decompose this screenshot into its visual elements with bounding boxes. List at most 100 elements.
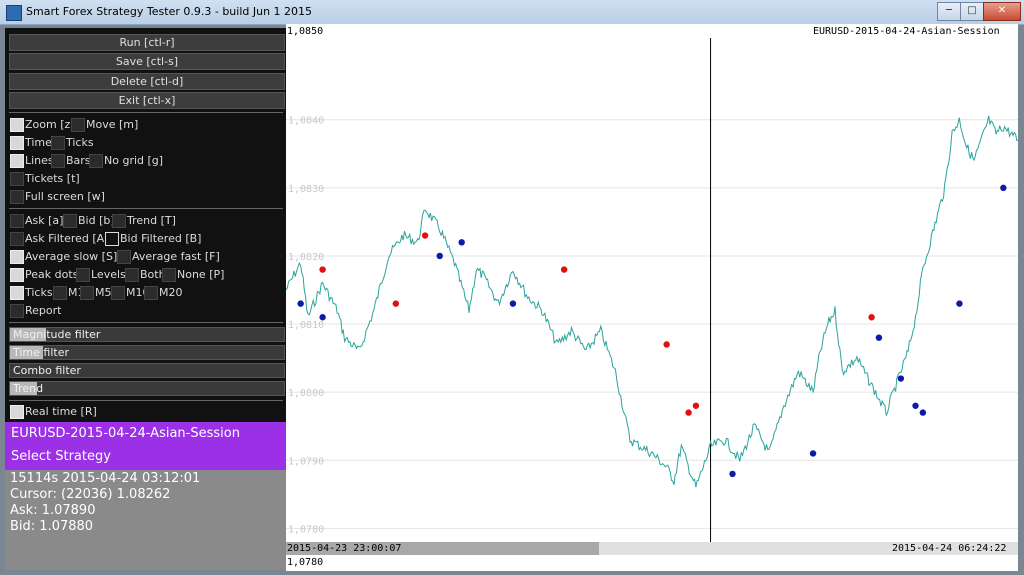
m20-checkbox[interactable] bbox=[144, 286, 158, 300]
separator bbox=[9, 208, 283, 209]
peak-dot bbox=[392, 300, 399, 307]
avg-fast-label: Average fast [F] bbox=[132, 250, 220, 263]
window-title: Smart Forex Strategy Tester 0.9.3 - buil… bbox=[26, 5, 313, 18]
report-checkbox[interactable] bbox=[10, 304, 24, 318]
exit-button[interactable]: Exit [ctl-x] bbox=[9, 92, 285, 109]
ticks-tf-checkbox[interactable] bbox=[10, 286, 24, 300]
close-window-button[interactable]: ✕ bbox=[983, 2, 1021, 21]
m10-checkbox[interactable] bbox=[111, 286, 125, 300]
fullscreen-label: Full screen [w] bbox=[25, 190, 105, 203]
ticks-checkbox[interactable] bbox=[51, 136, 65, 150]
valley-dot bbox=[956, 300, 963, 307]
none-label: None [P] bbox=[177, 268, 225, 281]
end-time-label: 2015-04-24 06:24:22 bbox=[892, 543, 1007, 554]
y-tick-label: 1,0790 bbox=[288, 456, 324, 467]
ask-filtered-label: Ask Filtered [A] bbox=[25, 232, 109, 245]
peak-dot bbox=[868, 314, 875, 321]
bid-checkbox[interactable] bbox=[63, 214, 77, 228]
trend-filter-slider[interactable]: Trend bbox=[9, 381, 285, 396]
window-titlebar: Smart Forex Strategy Tester 0.9.3 - buil… bbox=[0, 0, 1024, 25]
y-tick-label: 1,0780 bbox=[288, 524, 324, 535]
price-chart[interactable]: 1,0840 1,0830 1,0820 1,0810 1,0800 1,0790 1,07… bbox=[286, 24, 1018, 571]
lines-label: Lines bbox=[25, 154, 54, 167]
time-checkbox[interactable] bbox=[10, 136, 24, 150]
y-tick-label: 1,0820 bbox=[288, 252, 324, 263]
tickets-label: Tickets [t] bbox=[25, 172, 80, 185]
time-filter-label: Time filter bbox=[13, 346, 70, 359]
valley-dot bbox=[875, 334, 883, 341]
trend-checkbox[interactable] bbox=[112, 214, 126, 228]
chart-canvas: 1,0840 1,0830 1,0820 1,0810 1,0800 1,0790 1,07… bbox=[286, 38, 1018, 542]
move-label: Move [m] bbox=[86, 118, 139, 131]
realtime-checkbox[interactable] bbox=[10, 405, 24, 419]
nogrid-label: No grid [g] bbox=[104, 154, 164, 167]
levels-checkbox[interactable] bbox=[76, 268, 90, 282]
chart-title: EURUSD-2015-04-24-Asian-Session bbox=[813, 26, 1000, 37]
start-time-label: 2015-04-23 23:00:07 bbox=[287, 543, 402, 554]
lines-checkbox[interactable] bbox=[10, 154, 24, 168]
combo-filter-slider[interactable]: Combo filter bbox=[9, 363, 285, 378]
peak-dot bbox=[560, 266, 568, 273]
time-label: Time bbox=[25, 136, 52, 149]
avg-fast-checkbox[interactable] bbox=[117, 250, 131, 264]
peak-dot bbox=[663, 341, 670, 348]
bars-checkbox[interactable] bbox=[51, 154, 65, 168]
session-name[interactable]: EURUSD-2015-04-24-Asian-Session bbox=[11, 426, 240, 441]
time-readout: 15114s 2015-04-24 03:12:01 bbox=[10, 471, 201, 486]
peak-dots-checkbox[interactable] bbox=[10, 268, 24, 282]
valley-dot bbox=[897, 375, 905, 382]
valley-dot bbox=[1000, 184, 1007, 192]
valley-dot bbox=[919, 409, 927, 416]
separator bbox=[9, 322, 283, 323]
top-price-label: 1,0850 bbox=[287, 26, 324, 37]
separator bbox=[9, 400, 283, 401]
bars-label: Bars bbox=[66, 154, 91, 167]
move-checkbox[interactable] bbox=[71, 118, 85, 132]
valley-dot bbox=[436, 252, 443, 260]
valley-dot bbox=[319, 314, 326, 321]
y-tick-label: 1,0810 bbox=[288, 320, 324, 331]
ask-label: Ask [a] bbox=[25, 214, 64, 227]
time-filter-slider[interactable]: Time filter bbox=[9, 345, 285, 360]
separator bbox=[9, 112, 283, 113]
m1-checkbox[interactable] bbox=[53, 286, 67, 300]
maximize-button[interactable]: □ bbox=[960, 2, 984, 21]
cursor-readout: Cursor: (22036) 1.08262 bbox=[10, 487, 171, 502]
valley-dot bbox=[729, 470, 736, 478]
bid-label: Bid [b] bbox=[78, 214, 115, 227]
valley-dot bbox=[912, 402, 919, 409]
select-strategy[interactable]: Select Strategy bbox=[11, 449, 111, 464]
session-panel: EURUSD-2015-04-24-Asian-Session Select S… bbox=[5, 422, 286, 470]
valley-dot bbox=[458, 239, 465, 246]
delete-button[interactable]: Delete [ctl-d] bbox=[9, 73, 285, 90]
realtime-label: Real time [R] bbox=[25, 405, 97, 418]
info-panel: 15114s 2015-04-24 03:12:01 Cursor: (2203… bbox=[5, 470, 286, 570]
run-button[interactable]: Run [ctl-r] bbox=[9, 34, 285, 51]
app-icon bbox=[6, 5, 22, 21]
y-tick-label: 1,0830 bbox=[288, 184, 324, 195]
avg-slow-label: Average slow [S] bbox=[25, 250, 118, 263]
magnitude-filter-slider[interactable]: Magnitude filter bbox=[9, 327, 285, 342]
save-button[interactable]: Save [ctl-s] bbox=[9, 53, 285, 70]
ask-filtered-checkbox[interactable] bbox=[10, 232, 24, 246]
zoom-label: Zoom [z] bbox=[25, 118, 75, 131]
peak-dot bbox=[692, 402, 700, 409]
zoom-checkbox[interactable] bbox=[10, 118, 24, 132]
bid-filtered-label: Bid Filtered [B] bbox=[120, 232, 202, 245]
magnitude-filter-label: Magnitude filter bbox=[13, 328, 101, 341]
fullscreen-checkbox[interactable] bbox=[10, 190, 24, 204]
bid-filtered-checkbox[interactable] bbox=[105, 232, 119, 246]
tickets-checkbox[interactable] bbox=[10, 172, 24, 186]
trend-label: Trend [T] bbox=[127, 214, 176, 227]
minimize-button[interactable]: ─ bbox=[937, 2, 961, 21]
y-tick-label: 1,0800 bbox=[288, 388, 324, 399]
valley-dot bbox=[809, 450, 817, 457]
m5-checkbox[interactable] bbox=[80, 286, 94, 300]
none-checkbox[interactable] bbox=[162, 268, 176, 282]
ask-checkbox[interactable] bbox=[10, 214, 24, 228]
levels-label: Levels bbox=[91, 268, 126, 281]
nogrid-checkbox[interactable] bbox=[89, 154, 103, 168]
peak-dot bbox=[421, 232, 429, 239]
both-checkbox[interactable] bbox=[125, 268, 139, 282]
avg-slow-checkbox[interactable] bbox=[10, 250, 24, 264]
